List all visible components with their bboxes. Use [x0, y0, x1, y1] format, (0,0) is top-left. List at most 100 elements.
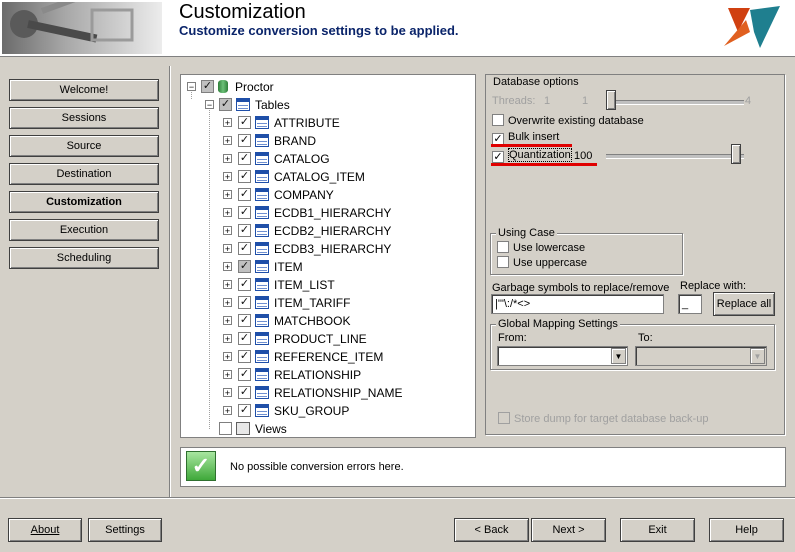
table-name: RELATIONSHIP_NAME — [274, 386, 403, 400]
tree-views-node[interactable]: Views — [181, 420, 471, 437]
table-checkbox[interactable]: ✓ — [238, 170, 251, 183]
table-checkbox[interactable]: ✓ — [238, 368, 251, 381]
views-checkbox[interactable] — [219, 422, 232, 435]
table-checkbox[interactable]: ✓ — [238, 404, 251, 417]
table-icon — [255, 350, 269, 363]
threads-slider-thumb[interactable] — [606, 90, 616, 110]
expand-icon[interactable]: + — [223, 298, 232, 308]
expand-icon[interactable]: + — [223, 406, 232, 416]
expand-icon[interactable]: + — [223, 262, 232, 272]
lowercase-option[interactable]: Use lowercase — [497, 241, 585, 255]
nav-welcome[interactable]: Welcome! — [9, 79, 159, 101]
table-checkbox[interactable]: ✓ — [238, 296, 251, 309]
exit-button[interactable]: Exit — [620, 518, 695, 542]
expand-icon[interactable]: + — [223, 244, 232, 254]
table-row[interactable]: + ✓ MATCHBOOK — [181, 312, 471, 330]
table-row[interactable]: + ✓ CATALOG — [181, 150, 471, 168]
checkmark-icon: ✓ — [186, 451, 216, 481]
next-button[interactable]: Next > — [531, 518, 606, 542]
nav-destination[interactable]: Destination — [9, 163, 159, 185]
about-button[interactable]: About — [8, 518, 82, 542]
tree-tables-node[interactable]: − ✓ Tables — [181, 96, 471, 114]
store-dump-option: Store dump for target database back-up — [498, 412, 708, 426]
table-checkbox[interactable]: ✓ — [238, 260, 251, 273]
uppercase-option[interactable]: Use uppercase — [497, 256, 587, 270]
garbage-input[interactable]: |'"\:/*<> — [491, 294, 664, 314]
table-row[interactable]: + ✓ COMPANY — [181, 186, 471, 204]
nav-execution[interactable]: Execution — [9, 219, 159, 241]
status-message: No possible conversion errors here. — [230, 461, 404, 473]
quantization-option[interactable]: ✓ Quantization — [492, 148, 572, 163]
replace-with-input[interactable]: _ — [678, 294, 702, 314]
chevron-down-icon[interactable]: ▼ — [611, 348, 626, 364]
expand-icon[interactable]: + — [223, 136, 232, 146]
overwrite-option[interactable]: Overwrite existing database — [492, 114, 644, 128]
lowercase-checkbox[interactable] — [497, 241, 509, 253]
table-checkbox[interactable]: ✓ — [238, 314, 251, 327]
expand-icon[interactable]: + — [223, 154, 232, 164]
expand-icon[interactable]: + — [223, 118, 232, 128]
quantization-checkbox[interactable]: ✓ — [492, 151, 504, 163]
table-row[interactable]: + ✓ ECDB2_HIERARCHY — [181, 222, 471, 240]
root-checkbox[interactable]: ✓ — [201, 80, 214, 93]
collapse-icon[interactable]: − — [187, 82, 196, 92]
table-row[interactable]: + ✓ ITEM_LIST — [181, 276, 471, 294]
expand-icon[interactable]: + — [223, 388, 232, 398]
table-row[interactable]: + ✓ ATTRIBUTE — [181, 114, 471, 132]
tree-root-node[interactable]: − ✓ Proctor — [181, 78, 471, 96]
table-row[interactable]: + ✓ PRODUCT_LINE — [181, 330, 471, 348]
table-checkbox[interactable]: ✓ — [238, 350, 251, 363]
table-checkbox[interactable]: ✓ — [238, 206, 251, 219]
table-row[interactable]: + ✓ RELATIONSHIP_NAME — [181, 384, 471, 402]
table-row[interactable]: + ✓ ECDB1_HIERARCHY — [181, 204, 471, 222]
expand-icon[interactable]: + — [223, 226, 232, 236]
table-name: ECDB2_HIERARCHY — [274, 224, 392, 238]
table-icon — [255, 188, 269, 201]
nav-scheduling[interactable]: Scheduling — [9, 247, 159, 269]
uppercase-checkbox[interactable] — [497, 256, 509, 268]
help-button[interactable]: Help — [709, 518, 784, 542]
collapse-icon[interactable]: − — [205, 100, 214, 110]
expand-icon[interactable]: + — [223, 352, 232, 362]
table-checkbox[interactable]: ✓ — [238, 224, 251, 237]
replace-all-button[interactable]: Replace all — [713, 292, 775, 316]
table-row[interactable]: + ✓ SKU_GROUP — [181, 402, 471, 420]
from-select[interactable]: ▼ — [497, 346, 628, 366]
table-checkbox[interactable]: ✓ — [238, 134, 251, 147]
expand-icon[interactable]: + — [223, 370, 232, 380]
table-checkbox[interactable]: ✓ — [238, 278, 251, 291]
table-tree[interactable]: − ✓ Proctor − ✓ Tables + ✓ ATTRIBUTE + ✓ BRAN… — [180, 74, 476, 438]
table-name: RELATIONSHIP — [274, 368, 362, 382]
table-checkbox[interactable]: ✓ — [238, 152, 251, 165]
expand-icon[interactable]: + — [223, 172, 232, 182]
table-checkbox[interactable]: ✓ — [238, 332, 251, 345]
nav-sessions[interactable]: Sessions — [9, 107, 159, 129]
table-checkbox[interactable]: ✓ — [238, 188, 251, 201]
nav-customization[interactable]: Customization — [9, 191, 159, 213]
expand-icon[interactable]: + — [223, 208, 232, 218]
settings-button[interactable]: Settings — [88, 518, 162, 542]
expand-icon[interactable]: + — [223, 334, 232, 344]
table-row[interactable]: + ✓ ECDB3_HIERARCHY — [181, 240, 471, 258]
table-checkbox[interactable]: ✓ — [238, 242, 251, 255]
table-row[interactable]: + ✓ RELATIONSHIP — [181, 366, 471, 384]
table-checkbox[interactable]: ✓ — [238, 116, 251, 129]
table-row[interactable]: + ✓ REFERENCE_ITEM — [181, 348, 471, 366]
table-row[interactable]: + ✓ BRAND — [181, 132, 471, 150]
tree-views-label: Views — [255, 422, 287, 436]
table-row[interactable]: + ✓ ITEM — [181, 258, 471, 276]
expand-icon[interactable]: + — [223, 316, 232, 326]
expand-icon[interactable]: + — [223, 280, 232, 290]
table-checkbox[interactable]: ✓ — [238, 386, 251, 399]
nav-source[interactable]: Source — [9, 135, 159, 157]
expand-icon[interactable]: + — [223, 190, 232, 200]
back-button[interactable]: < Back — [454, 518, 529, 542]
tables-checkbox[interactable]: ✓ — [219, 98, 232, 111]
quantization-slider-thumb[interactable] — [731, 144, 741, 164]
replace-with-label: Replace with: — [680, 280, 747, 292]
overwrite-checkbox[interactable] — [492, 114, 504, 126]
table-row[interactable]: + ✓ ITEM_TARIFF — [181, 294, 471, 312]
table-row[interactable]: + ✓ CATALOG_ITEM — [181, 168, 471, 186]
highlight-underline — [491, 163, 597, 166]
bulk-insert-option[interactable]: ✓ Bulk insert — [492, 130, 559, 145]
